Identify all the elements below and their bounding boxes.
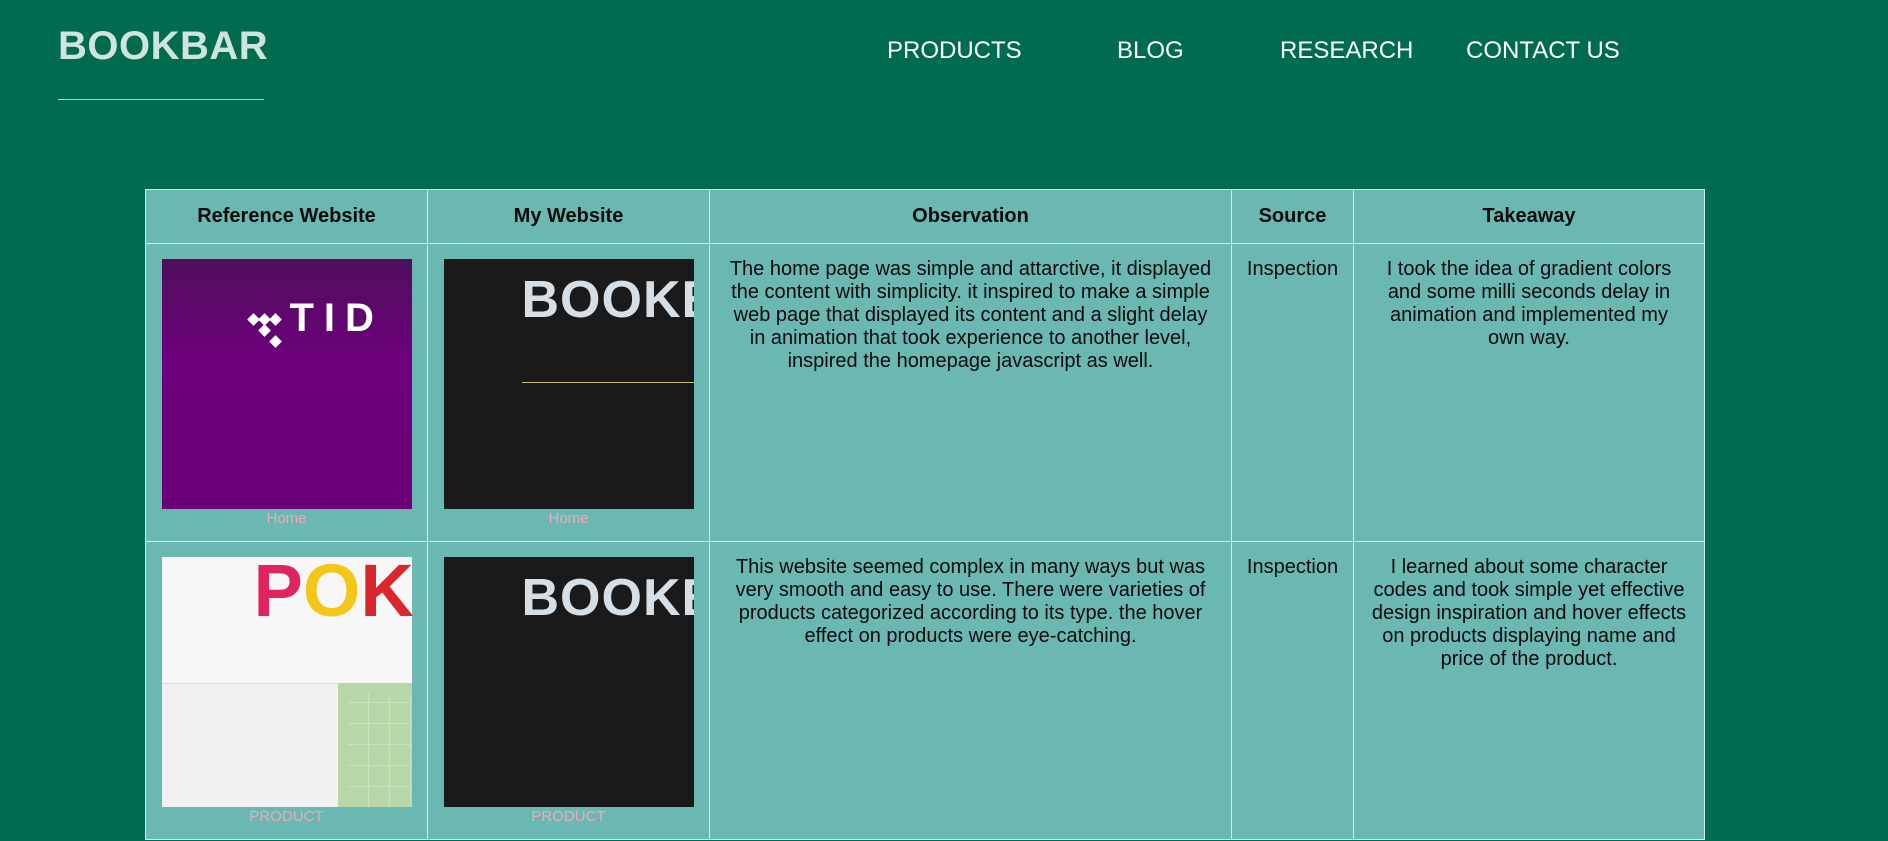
thumbnail-title: POK [254,557,412,628]
table-row: POK PRODUCT BOOKE PRODUCT This website s… [145,541,1705,840]
takeaway-text: I learned about some character codes and… [1371,556,1687,670]
bookbar-screenshot-thumbnail[interactable]: BOOKE [443,259,694,509]
brand-logo[interactable]: BOOKBAR [58,24,268,69]
takeaway-cell: I took the idea of gradient colors and s… [1353,243,1705,542]
reference-website-cell: TID Home [145,243,428,542]
thumbnail-title: BOOKE [521,271,694,329]
header-my-website: My Website [427,189,710,244]
tidal-logo-icon [257,324,271,337]
thumbnail-title-letter: O [302,557,361,632]
thumbnail-caption: Home [266,510,307,527]
header-takeaway: Takeaway [1353,189,1705,244]
thumbnail-title: TID [289,296,384,340]
source-text: Inspection [1246,258,1339,280]
source-text: Inspection [1246,556,1339,578]
reference-website-cell: POK PRODUCT [145,541,428,840]
thumbnail-caption: PRODUCT [249,808,324,825]
header-source: Source [1231,189,1354,244]
bookbar-screenshot-thumbnail[interactable]: BOOKE [443,557,694,807]
observation-cell: The home page was simple and attarctive,… [709,243,1232,542]
my-website-cell: BOOKE Home [427,243,710,542]
my-website-cell: BOOKE PRODUCT [427,541,710,840]
tidal-screenshot-thumbnail[interactable]: TID [161,259,412,509]
observation-text: The home page was simple and attarctive,… [729,258,1212,372]
thumbnail-title: BOOKE [521,569,694,627]
logo-underline [58,99,264,100]
poke-screenshot-thumbnail[interactable]: POK [161,557,412,807]
research-table: Reference Website My Website Observation… [145,189,1705,840]
nav-blog[interactable]: BLOG [1117,37,1184,65]
thumbnail-caption: Home [548,510,589,527]
thumbnail-underline [521,382,694,383]
thumbnail-grid [347,693,412,807]
thumbnail-panel [161,683,338,807]
table-header-row: Reference Website My Website Observation… [145,189,1705,244]
nav-research[interactable]: RESEARCH [1280,37,1413,65]
observation-cell: This website seemed complex in many ways… [709,541,1232,840]
observation-text: This website seemed complex in many ways… [735,556,1206,647]
table-row: TID Home BOOKE Home The home page was si… [145,243,1705,542]
tidal-logo-icon [268,335,282,348]
thumbnail-title-letter: K [360,557,412,632]
thumbnail-title-letter: POK [254,557,412,632]
thumbnail-caption: PRODUCT [531,808,606,825]
takeaway-text: I took the idea of gradient colors and s… [1386,258,1672,349]
takeaway-cell: I learned about some character codes and… [1353,541,1705,840]
header-reference-website: Reference Website [145,189,428,244]
source-cell: Inspection [1231,541,1354,840]
source-cell: Inspection [1231,243,1354,542]
thumbnail-title-letter: P [253,557,303,632]
header-observation: Observation [709,189,1232,244]
nav-products[interactable]: PRODUCTS [887,37,1022,65]
tidal-logo-icon [268,313,282,326]
nav-contact-us[interactable]: CONTACT US [1466,37,1620,65]
